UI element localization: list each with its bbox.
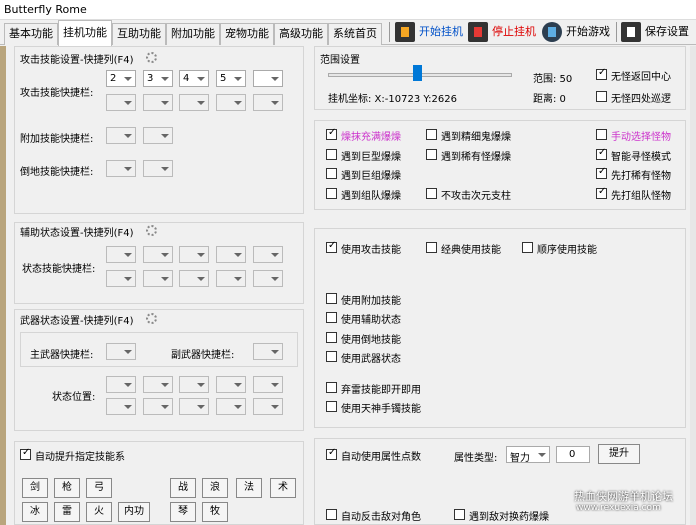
range-group-title: 范围设置	[320, 55, 360, 66]
attack-slot-9[interactable]	[216, 94, 246, 111]
watermark-url: www.rexuexia.com	[576, 503, 661, 513]
skill-bow-button[interactable]: 弓	[86, 478, 112, 498]
attack-slot-8[interactable]	[179, 94, 209, 111]
pos-slot-8[interactable]	[179, 398, 209, 415]
support-slot-8[interactable]	[179, 270, 209, 287]
left-edge	[0, 46, 6, 525]
attr-type-label: 属性类型:	[454, 453, 498, 464]
game-icon	[542, 22, 562, 42]
attr-type-select[interactable]: 智力	[506, 446, 550, 464]
tab-pet[interactable]: 宠物功能	[220, 23, 274, 45]
title-bar: Butterfly Rome	[0, 0, 696, 20]
attr-points-input[interactable]: 0	[556, 446, 590, 463]
skill-herd-button[interactable]: 牧	[202, 502, 228, 522]
gear-icon[interactable]	[146, 313, 157, 324]
append-slot-1[interactable]	[106, 127, 136, 144]
support-group-title: 辅助状态设置-快捷列(F4)	[20, 228, 134, 239]
save-icon	[621, 22, 641, 42]
append-row-label: 附加技能快捷栏:	[20, 134, 94, 145]
pos-slot-7[interactable]	[143, 398, 173, 415]
ground-slot-1[interactable]	[106, 160, 136, 177]
toolbar-divider	[616, 22, 617, 42]
support-slot-3[interactable]	[179, 246, 209, 263]
attack-slot-6[interactable]	[106, 94, 136, 111]
main-panel: 攻击技能设置-快捷列(F4) 攻击技能快捷栏: 2 3 4 5 附加技能快捷栏:…	[0, 46, 696, 525]
support-slot-9[interactable]	[216, 270, 246, 287]
pos-slot-4[interactable]	[216, 376, 246, 393]
skill-sword-button[interactable]: 剑	[22, 478, 48, 498]
stop-icon	[468, 22, 488, 42]
support-slot-4[interactable]	[216, 246, 246, 263]
ground-row-label: 倒地技能快捷栏:	[20, 167, 94, 178]
start-icon	[395, 22, 415, 42]
right-edge	[690, 46, 696, 525]
ground-slot-2[interactable]	[143, 160, 173, 177]
skill-art-button[interactable]: 术	[270, 478, 296, 498]
tab-basic[interactable]: 基本功能	[4, 23, 58, 45]
tab-home[interactable]: 系统首页	[328, 23, 382, 45]
main-weapon-label: 主武器快捷栏:	[30, 350, 94, 361]
main-weapon-slot[interactable]	[106, 343, 136, 360]
save-settings-button[interactable]: 保存设置	[621, 20, 696, 44]
support-slot-2[interactable]	[143, 246, 173, 263]
attack-row-label: 攻击技能快捷栏:	[20, 88, 94, 99]
skill-magic-button[interactable]: 法	[236, 478, 262, 498]
upgrade-button[interactable]: 提升	[598, 444, 640, 464]
pos-slot-9[interactable]	[216, 398, 246, 415]
pos-slot-6[interactable]	[106, 398, 136, 415]
sub-weapon-label: 副武器快捷栏:	[171, 350, 235, 361]
attack-slot-1[interactable]: 2	[106, 70, 136, 87]
support-row-label: 状态技能快捷栏:	[22, 264, 96, 275]
gear-icon[interactable]	[146, 52, 157, 63]
tab-mutual[interactable]: 互助功能	[112, 23, 166, 45]
skill-thunder-button[interactable]: 雷	[54, 502, 80, 522]
pos-slot-5[interactable]	[253, 376, 283, 393]
start-game-button[interactable]: 开始游戏	[542, 20, 617, 44]
attack-slot-4[interactable]: 5	[216, 70, 246, 87]
skill-wave-button[interactable]: 浪	[202, 478, 228, 498]
stop-hangup-button[interactable]: 停止挂机	[468, 20, 543, 44]
pos-slot-10[interactable]	[253, 398, 283, 415]
support-slot-7[interactable]	[143, 270, 173, 287]
attack-slot-5[interactable]	[253, 70, 283, 87]
pos-slot-1[interactable]	[106, 376, 136, 393]
support-slot-1[interactable]	[106, 246, 136, 263]
pos-slot-3[interactable]	[179, 376, 209, 393]
status-pos-label: 状态位置:	[52, 392, 96, 403]
distance-value: 距离: 0	[533, 94, 566, 105]
gear-icon[interactable]	[146, 225, 157, 236]
toolbar-divider	[389, 22, 390, 42]
support-slot-6[interactable]	[106, 270, 136, 287]
weapon-group-title: 武器状态设置-快捷列(F4)	[20, 316, 134, 327]
range-value: 范围: 50	[533, 74, 573, 85]
window-title: Butterfly Rome	[4, 3, 87, 16]
skill-fire-button[interactable]: 火	[86, 502, 112, 522]
start-hangup-button[interactable]: 开始挂机	[395, 20, 470, 44]
skill-ice-button[interactable]: 冰	[22, 502, 48, 522]
skill-war-button[interactable]: 战	[170, 478, 196, 498]
attack-group-title: 攻击技能设置-快捷列(F4)	[20, 55, 134, 66]
sub-weapon-slot[interactable]	[253, 343, 283, 360]
tab-hangup[interactable]: 挂机功能	[58, 20, 112, 46]
skill-qin-button[interactable]: 琴	[170, 502, 196, 522]
support-slot-5[interactable]	[253, 246, 283, 263]
attack-slot-3[interactable]: 4	[179, 70, 209, 87]
support-slot-10[interactable]	[253, 270, 283, 287]
tab-advanced[interactable]: 高级功能	[274, 23, 328, 45]
skill-usage-group	[314, 228, 686, 428]
skill-internal-button[interactable]: 内功	[118, 502, 150, 522]
attack-slot-7[interactable]	[143, 94, 173, 111]
range-slider-thumb[interactable]	[413, 65, 422, 81]
watermark-text: 热血侠网游单机论坛	[574, 490, 673, 503]
skill-spear-button[interactable]: 枪	[54, 478, 80, 498]
attack-slot-2[interactable]: 3	[143, 70, 173, 87]
hangup-coord: 挂机坐标: X:-10723 Y:2626	[328, 94, 457, 105]
attack-slot-10[interactable]	[253, 94, 283, 111]
tab-additional[interactable]: 附加功能	[166, 23, 220, 45]
append-slot-2[interactable]	[143, 127, 173, 144]
pos-slot-2[interactable]	[143, 376, 173, 393]
